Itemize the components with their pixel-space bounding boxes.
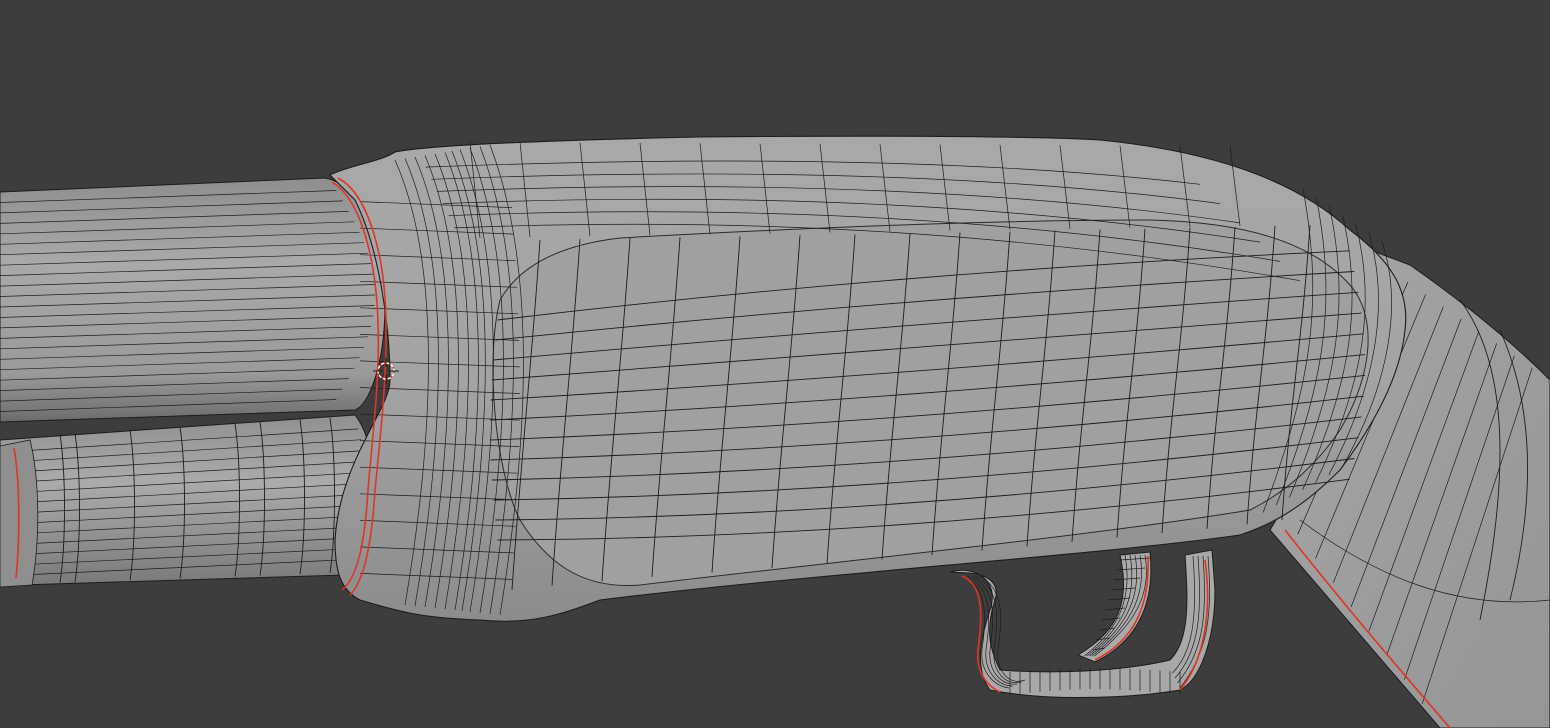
trigger-guard-mesh[interactable] <box>949 549 1216 698</box>
3d-viewport[interactable] <box>0 0 1550 728</box>
mesh-canvas[interactable] <box>0 0 1550 728</box>
barrel-mesh[interactable] <box>0 177 386 423</box>
trigger-mesh[interactable] <box>1076 551 1152 663</box>
magazine-tube-mesh[interactable] <box>0 414 376 588</box>
receiver-mesh[interactable] <box>329 135 1407 622</box>
